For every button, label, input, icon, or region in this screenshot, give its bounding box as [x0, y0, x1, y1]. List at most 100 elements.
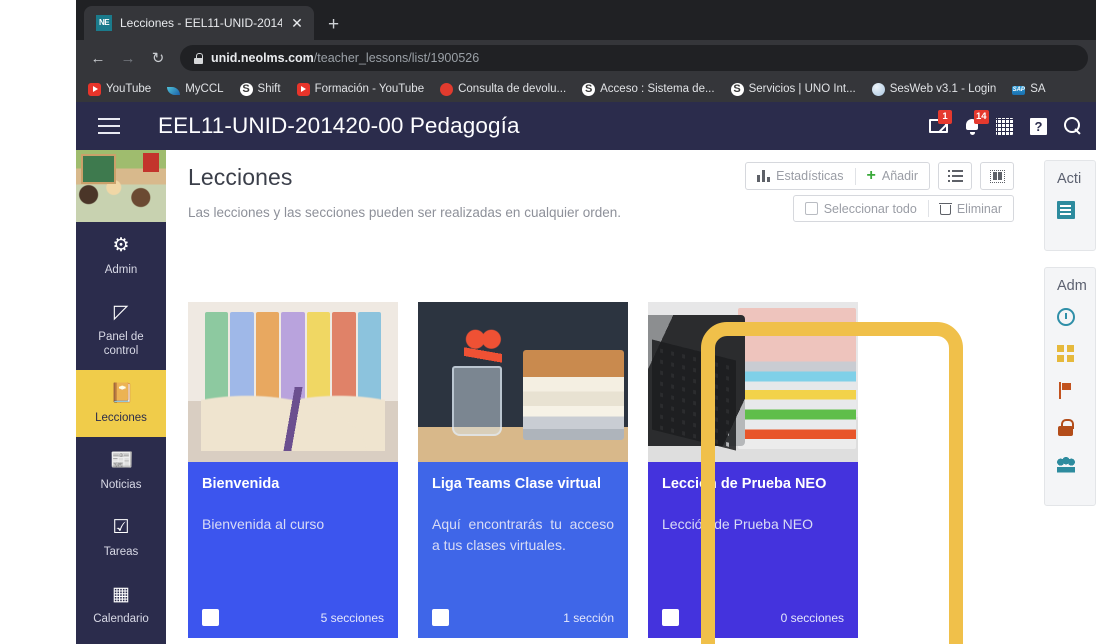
- delete-button[interactable]: Eliminar: [929, 196, 1013, 222]
- activity-panel-row[interactable]: [1057, 201, 1095, 224]
- browser-tab-title: Lecciones - EEL11-UNID-201420-: [120, 16, 282, 30]
- myccl-icon: [167, 86, 181, 95]
- mail-icon[interactable]: 1: [929, 110, 952, 133]
- admin-panel-row[interactable]: [1057, 382, 1095, 405]
- sidebar-item-label: Tareas: [103, 546, 139, 558]
- bookmark-item[interactable]: Consulta de devolu...: [434, 81, 572, 98]
- document-icon[interactable]: [1057, 201, 1075, 219]
- lesson-card-footer: 0 secciones: [662, 609, 844, 626]
- sidebar-item-library[interactable]: ▥: [76, 638, 166, 644]
- list-view-icon: [947, 170, 963, 182]
- lessons-book-icon: 📔: [110, 383, 134, 404]
- sidebar-item-panel-de-control[interactable]: ◸ Panel de control: [76, 289, 166, 370]
- bookmark-item[interactable]: SesWeb v3.1 - Login: [866, 81, 1003, 98]
- lesson-card-body: Bienvenida Bienvenida al curso 5 seccion…: [188, 462, 398, 638]
- sidebar-item-calendario[interactable]: ▦ Calendario: [76, 571, 166, 638]
- bookmark-item[interactable]: SA: [1006, 81, 1051, 97]
- lock-icon: [194, 52, 203, 64]
- select-all-checkbox[interactable]: [804, 202, 818, 215]
- lesson-card[interactable]: Liga Teams Clase virtual Aquí encontrará…: [418, 302, 628, 638]
- admin-panel-row[interactable]: [1057, 456, 1095, 479]
- bookmark-item[interactable]: MyCCL: [161, 81, 229, 97]
- lesson-card[interactable]: Bienvenida Bienvenida al curso 5 seccion…: [188, 302, 398, 638]
- lesson-title: Liga Teams Clase virtual: [432, 476, 601, 492]
- selection-toolbar: Seleccionar todo Eliminar: [792, 195, 1014, 222]
- bar-chart-icon: [757, 170, 771, 182]
- lesson-select-checkbox[interactable]: [662, 609, 679, 626]
- bookmark-label: Formación - YouTube: [314, 83, 425, 95]
- address-bar[interactable]: unid.neolms.com/teacher_lessons/list/190…: [180, 45, 1088, 71]
- list-view-button[interactable]: [938, 162, 972, 190]
- bookmark-label: SesWeb v3.1 - Login: [889, 83, 997, 95]
- sidebar-item-tareas[interactable]: ☑ Tareas: [76, 504, 166, 571]
- lesson-select-checkbox[interactable]: [432, 609, 449, 626]
- delete-label: Eliminar: [956, 201, 1002, 216]
- toolbar-button-group: Estadísticas + Añadir: [745, 162, 930, 190]
- admin-panel-row[interactable]: [1057, 345, 1095, 368]
- calendar-grid-icon[interactable]: [996, 117, 1013, 135]
- laptop-notebooks-thumbnail: [648, 302, 858, 462]
- select-all-label: Seleccionar todo: [823, 201, 917, 216]
- lesson-title: Bienvenida: [202, 476, 280, 492]
- lesson-card-body: Lección de Prueba NEO Lección de Prueba …: [648, 462, 858, 638]
- lesson-card-body: Liga Teams Clase virtual Aquí encontrará…: [418, 462, 628, 638]
- youtube-icon: [296, 82, 310, 96]
- right-rail: Acti Adm: [1036, 150, 1096, 644]
- bookmark-item[interactable]: YouTube: [82, 81, 157, 98]
- lock-icon[interactable]: [1057, 419, 1075, 437]
- sidebar-item-label: Calendario: [93, 613, 149, 625]
- globe-icon: [582, 82, 596, 96]
- squares-icon[interactable]: [1057, 345, 1075, 363]
- admin-panel: Adm: [1044, 267, 1096, 506]
- app-header: EEL11-UNID-201420-00 Pedagogía 1 14 ?: [76, 102, 1096, 150]
- sidebar-item-admin[interactable]: ⚙ Admin: [76, 222, 166, 289]
- lesson-description: Bienvenida al curso: [202, 516, 325, 532]
- select-all-button[interactable]: Seleccionar todo: [794, 196, 928, 222]
- close-icon[interactable]: ✕: [290, 16, 304, 30]
- flag-icon[interactable]: [1057, 382, 1075, 400]
- reload-icon[interactable]: ↻: [144, 44, 172, 72]
- lesson-description: Lección de Prueba NEO: [662, 516, 813, 532]
- bookmark-label: Consulta de devolu...: [458, 83, 567, 95]
- admin-panel-row[interactable]: [1057, 419, 1095, 442]
- lesson-select-checkbox[interactable]: [202, 609, 219, 626]
- lesson-card-footer: 5 secciones: [202, 609, 384, 626]
- lesson-card[interactable]: Lección de Prueba NEO Lección de Prueba …: [648, 302, 858, 638]
- sidebar-item-lecciones[interactable]: 📔 Lecciones: [76, 370, 166, 437]
- add-button[interactable]: + Añadir: [856, 163, 929, 189]
- people-icon[interactable]: [1057, 456, 1075, 474]
- browser-tab[interactable]: NE Lecciones - EEL11-UNID-201420- ✕: [84, 6, 314, 40]
- sidebar-item-noticias[interactable]: 📰 Noticias: [76, 437, 166, 504]
- back-icon[interactable]: ←: [84, 44, 112, 72]
- bookmark-item[interactable]: Shift: [234, 81, 287, 98]
- hamburger-menu-icon[interactable]: [98, 118, 120, 134]
- books-thumbnail: [188, 302, 398, 462]
- bookmark-item[interactable]: Servicios | UNO Int...: [725, 81, 862, 98]
- browser-tab-strip: NE Lecciones - EEL11-UNID-201420- ✕ +: [76, 0, 1096, 40]
- bookmark-item[interactable]: Formación - YouTube: [291, 81, 431, 98]
- clock-icon[interactable]: [1057, 308, 1075, 326]
- card-view-button[interactable]: [980, 162, 1014, 190]
- bookmark-label: Acceso : Sistema de...: [600, 83, 715, 95]
- help-icon[interactable]: ?: [1030, 117, 1047, 135]
- admin-panel-title: Adm: [1057, 278, 1087, 294]
- dashboard-icon: ◸: [113, 302, 129, 323]
- bookmark-label: YouTube: [106, 83, 152, 95]
- bookmark-label: Shift: [257, 83, 281, 95]
- classroom-photo: [76, 150, 166, 222]
- lesson-section-count: 5 secciones: [320, 610, 384, 625]
- bookmark-item[interactable]: Acceso : Sistema de...: [576, 81, 720, 98]
- url-domain: unid.neolms.com: [211, 51, 314, 65]
- app-header-actions: 1 14 ?: [929, 102, 1082, 150]
- statistics-button[interactable]: Estadísticas: [746, 163, 854, 189]
- left-sidebar: ⚙ Admin ◸ Panel de control 📔 Lecciones 📰…: [76, 150, 166, 644]
- search-icon[interactable]: [1064, 117, 1082, 135]
- gear-icon: ⚙: [112, 235, 130, 256]
- bell-icon[interactable]: 14: [965, 110, 989, 135]
- desktop-backdrop: NE Lecciones - EEL11-UNID-201420- ✕ + ← …: [0, 0, 1096, 644]
- admin-panel-row[interactable]: [1057, 308, 1095, 331]
- statistics-label: Estadísticas: [776, 169, 844, 183]
- forward-icon[interactable]: →: [114, 44, 142, 72]
- new-tab-button[interactable]: +: [314, 15, 353, 40]
- add-label: Añadir: [881, 169, 918, 183]
